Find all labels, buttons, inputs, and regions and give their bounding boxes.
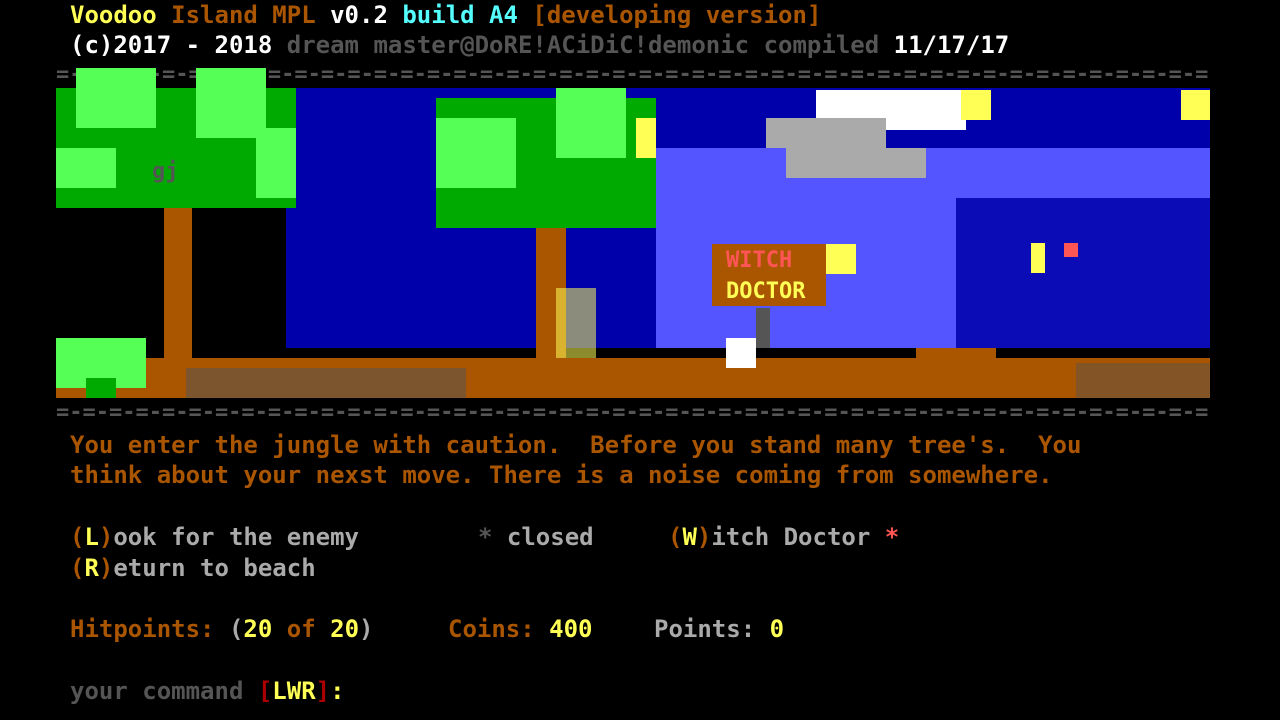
palm-left-leaves-3 [56,148,116,188]
menu-return[interactable]: (R)eturn to beach [70,553,316,583]
witch-label[interactable]: itch Doctor [711,523,870,551]
creature-eye-yellow [1031,243,1045,273]
ground-shadow-2 [1076,363,1210,398]
app-name: Voodoo [70,1,157,29]
points-stat: Points: 0 [654,614,784,644]
look-hotkey[interactable]: L [84,523,98,551]
trunk-mid-light [556,288,596,358]
app-name-2: Island MPL [171,1,316,29]
prompt-label: your command [70,677,244,705]
rock-2 [726,338,756,368]
menu-witch-doctor[interactable]: (W)itch Doctor * [668,522,899,552]
sign-corner [826,244,856,274]
prompt-suffix: : [330,677,345,705]
closed-marker: * [478,523,493,551]
sun-spot [961,90,991,120]
sign-text-line2: DOCTOR [726,279,806,304]
jungle-scene: WITCH DOCTOR gj [56,68,1210,398]
hp-label: Hitpoints: [70,615,215,643]
dev-status: [developing version] [532,1,822,29]
menu-look[interactable]: (L)ook for the enemy [70,522,359,552]
witch-marker: * [884,523,900,551]
hp-of: of [286,615,316,643]
blue-creature-area [956,198,1210,348]
coins-stat: Coins: 400 [448,614,593,644]
ground-shadow [186,368,466,398]
title-line: Voodoo Island MPL v0.2 build A4 [develop… [70,0,821,30]
points-label: Points: [654,615,756,643]
build: build A4 [402,1,518,29]
hp-max: 20 [330,615,360,643]
sign-text-line1: WITCH [726,248,792,273]
sun-spot-2 [1181,90,1210,120]
palm-left-leaves-2 [196,68,266,138]
coins-label: Coins: [448,615,535,643]
return-hotkey[interactable]: R [84,554,98,582]
sign-post [756,308,770,348]
palm-left-leaves-4 [256,128,296,198]
closed-label: closed [506,523,594,551]
command-prompt[interactable]: your command [LWR]: [70,676,345,706]
bottom-divider: =-=-=-=-=-=-=-=-=-=-=-=-=-=-=-=-=-=-=-=-… [56,404,1210,422]
credits-line: (c)2017 - 2018 dream master@DoRE!ACiDiC!… [70,30,1009,60]
palm-mid-leaves [436,118,516,188]
witch-hotkey[interactable]: W [682,523,696,551]
points-value: 0 [769,615,785,643]
narrative-line-1: You enter the jungle with caution. Befor… [70,431,1082,459]
palm-left-leaves [76,68,156,128]
creature-eye-red [1064,243,1078,257]
bush-2 [86,378,116,398]
version: v0.2 [330,1,388,29]
cloud-shadow [766,118,886,148]
coins-value: 400 [549,615,593,643]
return-label[interactable]: eturn to beach [113,554,315,582]
credits: dream master@DoRE!ACiDiC!demonic compile… [286,31,880,59]
palm-mid-highlight [636,118,656,158]
tree-carving: gj [152,159,179,184]
palm-mid-leaves-2 [556,88,626,158]
cloud-shadow-2 [786,148,926,178]
hp-current: 20 [243,615,273,643]
trunk-left [164,208,192,358]
hitpoints-stat: Hitpoints: (20 of 20) [70,615,374,643]
menu-closed: * closed [478,522,594,552]
copyright-years: (c)2017 - 2018 [70,31,273,59]
narrative-line-2: think about your nexst move. There is a … [70,461,1053,489]
look-label[interactable]: ook for the enemy [113,523,359,551]
prompt-keys: LWR [272,677,316,705]
compile-date: 11/17/17 [893,31,1010,59]
ground-mound [916,348,996,368]
